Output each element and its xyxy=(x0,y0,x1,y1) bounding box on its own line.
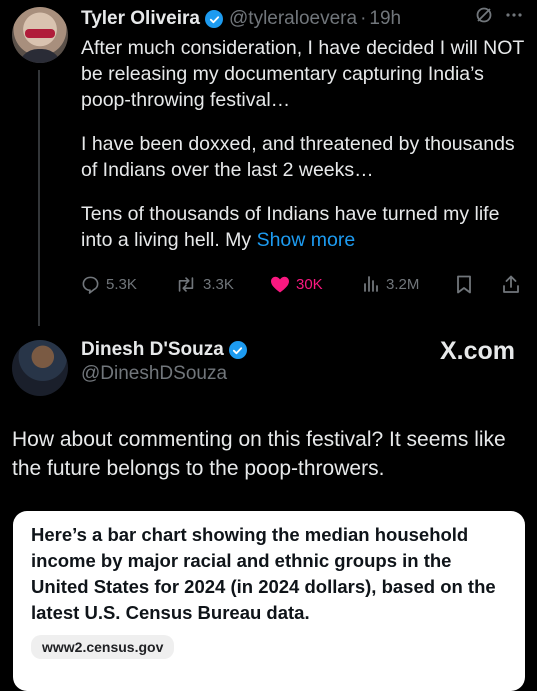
views-icon xyxy=(364,276,378,292)
show-more-link[interactable]: Show more xyxy=(257,229,356,251)
grok-icon[interactable] xyxy=(475,6,493,28)
tweet-menu xyxy=(475,6,523,28)
reply-icon xyxy=(82,276,99,294)
repost-count: 3.3K xyxy=(203,276,234,293)
share-button[interactable] xyxy=(502,275,520,294)
views-button[interactable]: 3.2M xyxy=(362,275,419,293)
avatar-shirt xyxy=(18,49,62,63)
media-card[interactable]: Here’s a bar chart showing the median ho… xyxy=(13,511,525,691)
handle[interactable]: @tyleraloevera xyxy=(229,8,357,30)
display-name[interactable]: Tyler Oliveira xyxy=(81,8,200,30)
verified-icon xyxy=(228,341,247,359)
tweet-text: After much consideration, I have decided… xyxy=(81,35,527,271)
repost-button[interactable]: 3.3K xyxy=(175,275,234,294)
bookmark-icon xyxy=(457,275,471,294)
like-count: 30K xyxy=(296,276,323,293)
card-text: Here’s a bar chart showing the median ho… xyxy=(31,524,496,623)
bookmark-button[interactable] xyxy=(456,275,472,294)
repost-icon xyxy=(178,277,194,292)
thread-connector-line xyxy=(38,70,40,326)
like-button[interactable]: 30K xyxy=(270,275,323,294)
reply-count: 5.3K xyxy=(106,276,137,293)
tweet-actions: 5.3K 3.3K 30K 3.2M xyxy=(81,275,527,299)
tweet-paragraph-last: Tens of thousands of Indians have turned… xyxy=(81,201,527,253)
tweet-header: Tyler Oliveira @tyleraloevera · 19h xyxy=(81,8,401,30)
brand-watermark: X.com xyxy=(439,337,515,365)
verified-icon xyxy=(205,10,223,28)
avatar[interactable] xyxy=(12,340,68,396)
handle[interactable]: @DineshDSouza xyxy=(81,363,227,385)
share-icon xyxy=(503,275,519,293)
more-icon[interactable] xyxy=(505,6,523,28)
tweet-text: How about commenting on this festival? I… xyxy=(12,428,506,480)
tweet-paragraph: After much consideration, I have decided… xyxy=(81,37,524,111)
views-count: 3.2M xyxy=(386,275,420,293)
avatar[interactable] xyxy=(12,7,68,63)
timestamp[interactable]: 19h xyxy=(369,8,401,30)
display-name[interactable]: Dinesh D'Souza xyxy=(81,339,224,361)
tweet-paragraph: I have been doxxed, and threatened by th… xyxy=(81,133,515,181)
reply-button[interactable]: 5.3K xyxy=(81,275,137,294)
tweet2-header: Dinesh D'Souza xyxy=(81,339,247,361)
avatar-sunglasses xyxy=(25,29,55,38)
separator-dot: · xyxy=(360,8,367,29)
heart-icon xyxy=(271,276,289,293)
source-link[interactable]: www2.census.gov xyxy=(31,635,175,659)
